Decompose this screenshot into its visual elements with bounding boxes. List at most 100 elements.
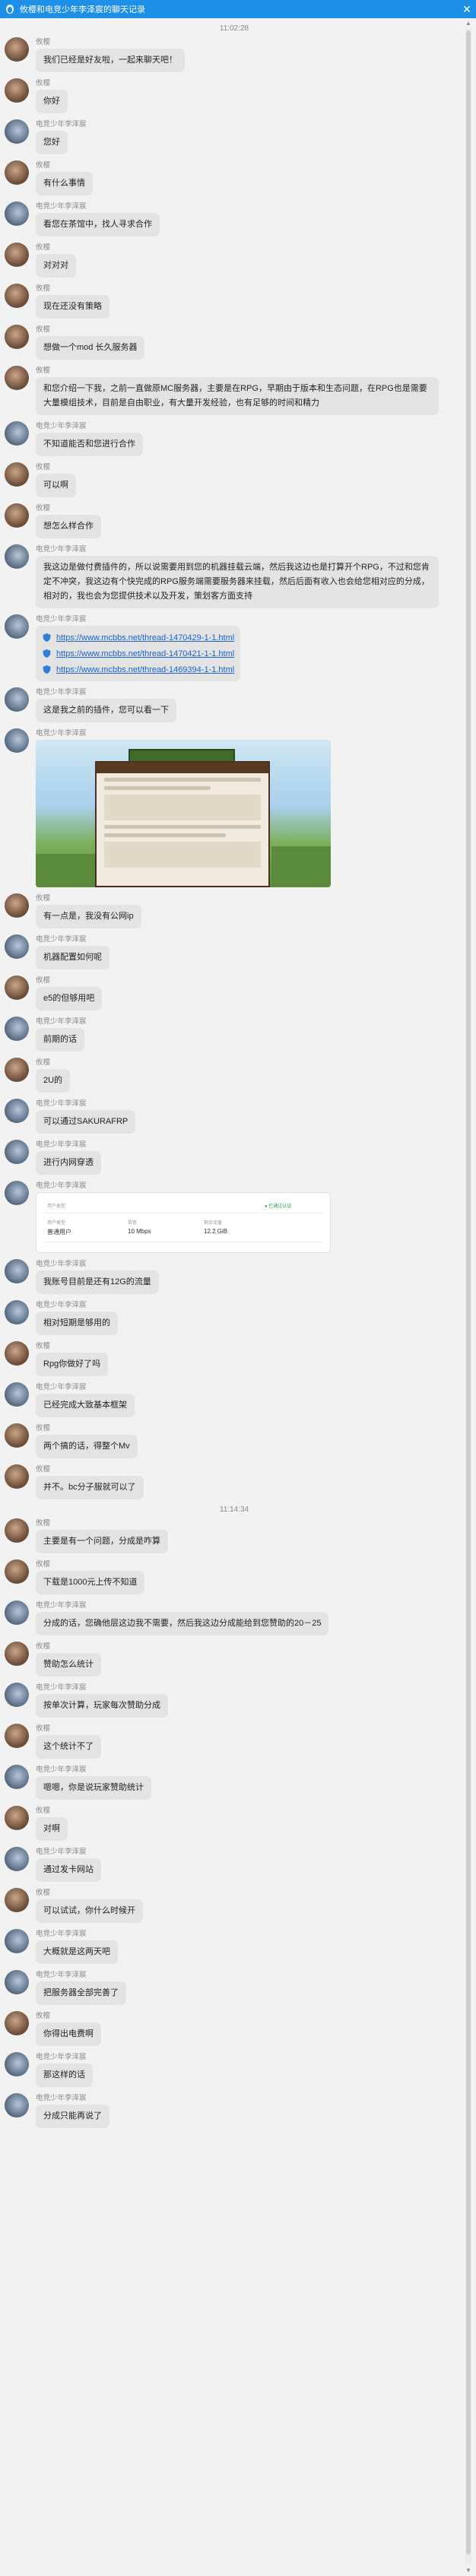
- avatar[interactable]: [5, 1518, 29, 1543]
- message-bubble[interactable]: 我账号目前是还有12G的流量: [36, 1271, 159, 1294]
- message-bubble[interactable]: 有什么事情: [36, 172, 93, 195]
- avatar[interactable]: [5, 325, 29, 349]
- message-bubble[interactable]: 我这边是做付费插件的，所以说需要用到您的机器挂载云端，然后我这边也是打算开个RP…: [36, 556, 439, 608]
- message-bubble[interactable]: 大概就是这两天吧: [36, 1940, 118, 1964]
- message-bubble[interactable]: 相对短期是够用的: [36, 1312, 118, 1335]
- avatar[interactable]: [5, 1929, 29, 1953]
- message-bubble[interactable]: 那这样的话: [36, 2064, 93, 2087]
- message-bubble[interactable]: 按单次计算，玩家每次赞助分成: [36, 1694, 168, 1718]
- avatar[interactable]: [5, 976, 29, 1000]
- message-bubble[interactable]: 不知道能否和您进行合作: [36, 433, 143, 456]
- link-text[interactable]: https://www.mcbbs.net/thread-1469394-1-1…: [56, 665, 234, 674]
- avatar[interactable]: [5, 201, 29, 226]
- avatar[interactable]: [5, 1559, 29, 1584]
- message-bubble[interactable]: 主要是有一个问题，分成是咋算: [36, 1530, 168, 1553]
- scrollbar-thumb[interactable]: [466, 30, 471, 2555]
- message-bubble[interactable]: 想怎么样合作: [36, 515, 101, 538]
- avatar[interactable]: [5, 1423, 29, 1448]
- message-bubble[interactable]: 前期的话: [36, 1028, 84, 1052]
- message-bubble[interactable]: 我们已经是好友啦，一起来聊天吧！: [36, 49, 185, 72]
- avatar[interactable]: [5, 1970, 29, 1994]
- avatar[interactable]: [5, 1464, 29, 1489]
- avatar[interactable]: [5, 503, 29, 528]
- message-bubble[interactable]: 对对对: [36, 254, 76, 278]
- message-bubble[interactable]: 进行内网穿透: [36, 1151, 101, 1175]
- avatar[interactable]: [5, 2052, 29, 2076]
- message-bubble[interactable]: 已经完成大致基本框架: [36, 1394, 135, 1417]
- avatar[interactable]: [5, 37, 29, 62]
- avatar[interactable]: [5, 1642, 29, 1666]
- avatar[interactable]: [5, 1058, 29, 1082]
- avatar[interactable]: [5, 1847, 29, 1871]
- link-item[interactable]: https://www.mcbbs.net/thread-1469394-1-1…: [42, 661, 234, 677]
- avatar[interactable]: [5, 1259, 29, 1283]
- message-bubble[interactable]: 可以试试，你什么时候开: [36, 1899, 143, 1923]
- message-bubble[interactable]: 可以通过SAKURAFRP: [36, 1110, 136, 1134]
- message-bubble[interactable]: 赞助怎么统计: [36, 1653, 101, 1677]
- message-bubble[interactable]: 你好: [36, 90, 68, 113]
- message-bubble[interactable]: 看您在茶馆中，找人寻求合作: [36, 213, 160, 236]
- plugin-screenshot-image[interactable]: [36, 740, 331, 887]
- link-item[interactable]: https://www.mcbbs.net/thread-1470421-1-1…: [42, 646, 234, 661]
- scroll-down-arrow-icon[interactable]: ▼: [465, 2567, 471, 2574]
- sender-name: 攸樱: [36, 1807, 51, 1815]
- avatar[interactable]: [5, 614, 29, 639]
- message-bubble[interactable]: 现在还没有策略: [36, 295, 109, 319]
- message-bubble[interactable]: 分成只能再说了: [36, 2105, 109, 2128]
- message-bubble[interactable]: 对啊: [36, 1817, 68, 1841]
- avatar[interactable]: [5, 1300, 29, 1324]
- message-bubble[interactable]: 你得出电费啊: [36, 2022, 101, 2046]
- avatar[interactable]: [5, 421, 29, 446]
- scroll-up-arrow-icon[interactable]: ▲: [465, 20, 471, 27]
- link-item[interactable]: https://www.mcbbs.net/thread-1470429-1-1…: [42, 630, 234, 646]
- message-bubble[interactable]: 这是我之前的插件，您可以看一下: [36, 699, 176, 722]
- avatar[interactable]: [5, 1600, 29, 1625]
- message-bubble[interactable]: 分成的话，您确他层这边我不需要，然后我这边分成能给到您赞助的20－25: [36, 1612, 329, 1635]
- avatar[interactable]: [5, 893, 29, 918]
- avatar[interactable]: [5, 934, 29, 959]
- message-bubble[interactable]: 两个搞的话，得整个Mv: [36, 1435, 138, 1458]
- avatar[interactable]: [5, 1806, 29, 1830]
- message-bubble[interactable]: e5的但够用吧: [36, 987, 103, 1010]
- link-text[interactable]: https://www.mcbbs.net/thread-1470421-1-1…: [56, 649, 234, 658]
- avatar[interactable]: [5, 1765, 29, 1789]
- message-bubble[interactable]: 机器配置如何呢: [36, 946, 109, 969]
- message-bubble[interactable]: 通过发卡网站: [36, 1858, 101, 1882]
- message-bubble[interactable]: 下载是1000元上传不知道: [36, 1571, 145, 1594]
- avatar[interactable]: [5, 1341, 29, 1366]
- avatar[interactable]: [5, 2093, 29, 2118]
- avatar[interactable]: [5, 687, 29, 712]
- avatar[interactable]: [5, 284, 29, 308]
- message-bubble[interactable]: 把服务器全部完善了: [36, 1981, 126, 2005]
- message-bubble[interactable]: 和您介绍一下我，之前一直做原MC服务器，主要是在RPG，早期由于版本和生态问题，…: [36, 377, 439, 415]
- message-bubble[interactable]: 并不。bc分子服就可以了: [36, 1476, 144, 1499]
- message-bubble[interactable]: 有一点是，我没有公网ip: [36, 905, 141, 928]
- avatar[interactable]: [5, 1017, 29, 1041]
- avatar[interactable]: [5, 2011, 29, 2035]
- avatar[interactable]: [5, 1888, 29, 1912]
- avatar[interactable]: [5, 544, 29, 569]
- avatar[interactable]: [5, 119, 29, 144]
- avatar[interactable]: [5, 243, 29, 267]
- avatar[interactable]: [5, 1683, 29, 1707]
- avatar[interactable]: [5, 1099, 29, 1123]
- message-bubble[interactable]: 您好: [36, 131, 68, 154]
- message-bubble[interactable]: 2U的: [36, 1069, 71, 1093]
- avatar[interactable]: [5, 78, 29, 103]
- avatar[interactable]: [5, 1724, 29, 1748]
- frp-panel-screenshot[interactable]: 用户类型 ● 已通过认证 用户类型 普通用户 带宽 10 Mbps 剩余流量 1…: [36, 1192, 331, 1253]
- avatar[interactable]: [5, 1382, 29, 1407]
- avatar[interactable]: [5, 1140, 29, 1164]
- avatar[interactable]: [5, 1181, 29, 1205]
- avatar[interactable]: [5, 462, 29, 487]
- avatar[interactable]: [5, 160, 29, 185]
- message-bubble[interactable]: 这个统计不了: [36, 1735, 101, 1759]
- message-bubble[interactable]: Rpg你做好了吗: [36, 1353, 109, 1376]
- message-bubble[interactable]: 想做一个mod 长久服务器: [36, 336, 145, 360]
- message-bubble[interactable]: 可以啊: [36, 474, 76, 497]
- link-text[interactable]: https://www.mcbbs.net/thread-1470429-1-1…: [56, 633, 234, 642]
- close-button[interactable]: ✕: [458, 0, 476, 18]
- avatar[interactable]: [5, 366, 29, 390]
- avatar[interactable]: [5, 728, 29, 753]
- message-bubble[interactable]: 嗯嗯，你是说玩家赞助统计: [36, 1776, 151, 1800]
